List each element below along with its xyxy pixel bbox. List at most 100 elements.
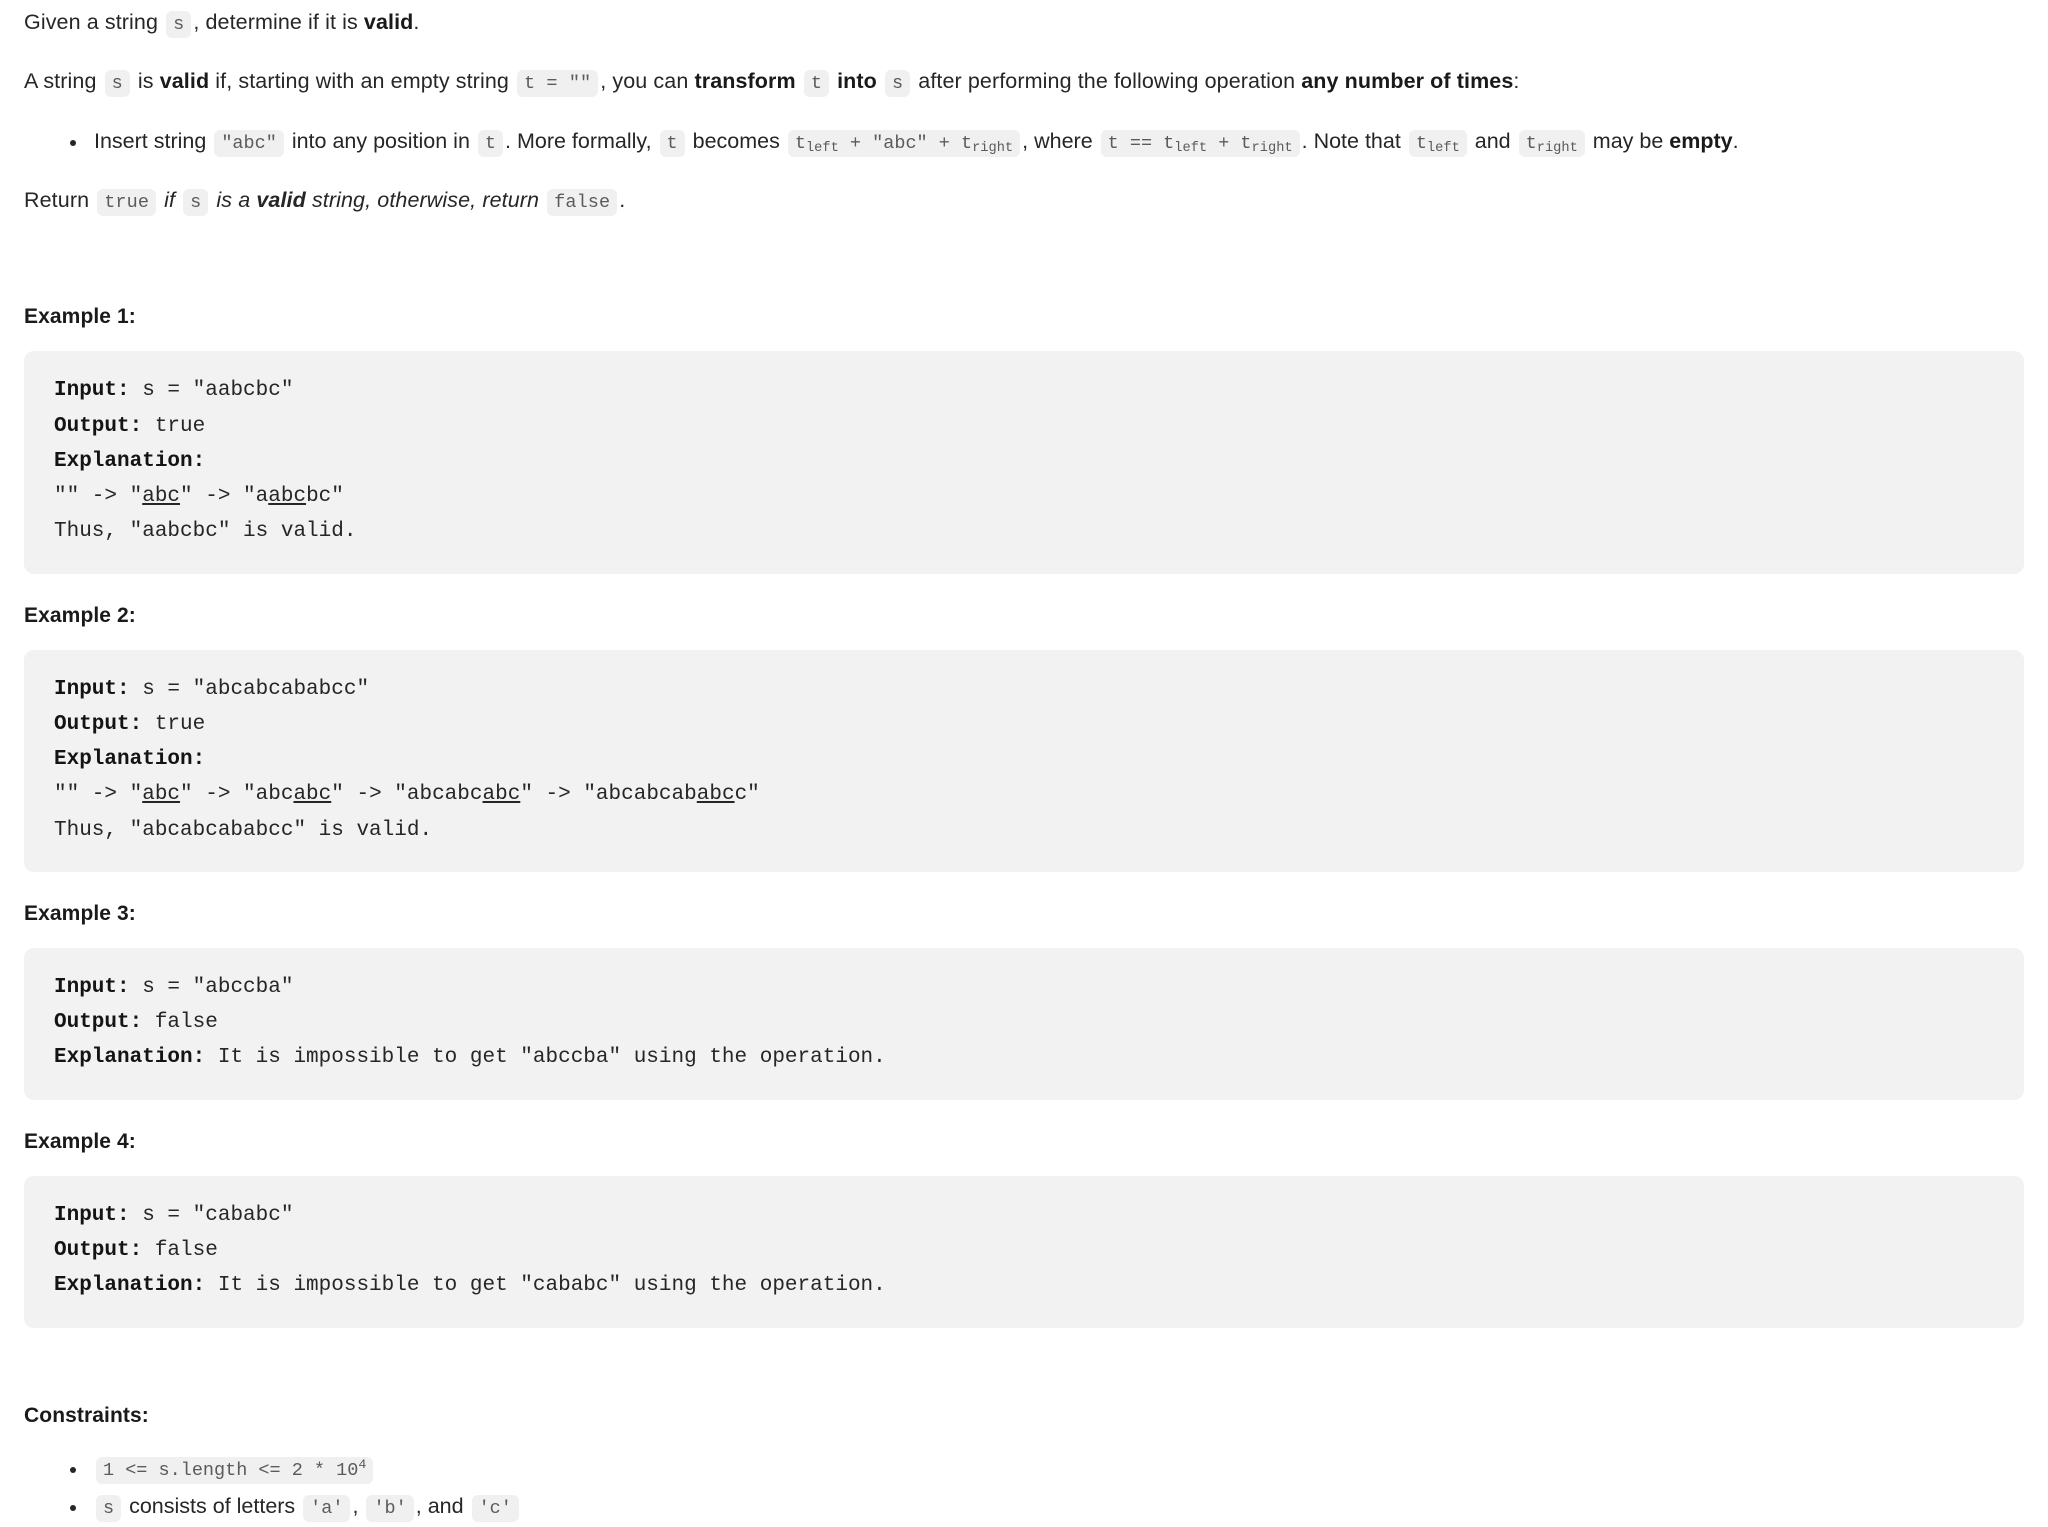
underlined-abc: abc bbox=[293, 783, 332, 807]
example-1-heading: Example 1: bbox=[24, 305, 136, 329]
letters-comma-1: , bbox=[352, 1494, 359, 1519]
example-1-codeblock: Input: s = "aabcbc" Output: true Explana… bbox=[24, 351, 2024, 574]
example-1-output-value: true bbox=[142, 414, 206, 438]
intro-line1-pre: Given a string bbox=[24, 10, 159, 34]
example-1-input-label: Input: bbox=[54, 379, 130, 403]
bullet-bold-empty: empty bbox=[1669, 128, 1733, 153]
example-2-input-value: s = "abcabcababcc" bbox=[129, 677, 370, 701]
return-t5: . bbox=[619, 187, 626, 212]
inline-code-t: t bbox=[803, 70, 830, 98]
example-3-input-label: Input: bbox=[54, 975, 130, 999]
problem-description-page: Given a string s, determine if it is val… bbox=[0, 6, 2048, 1525]
inline-code-false: false bbox=[547, 188, 618, 216]
bullet-t6: . Note that bbox=[1301, 128, 1401, 153]
inline-code-equation-t-equals: t == tleft + tright bbox=[1100, 129, 1300, 157]
constraints-list: 1 <= s.length <= 2 * 104 s consists of l… bbox=[24, 1450, 2024, 1526]
list-item-length-constraint: 1 <= s.length <= 2 * 104 bbox=[88, 1450, 2024, 1487]
example-1-output-label: Output: bbox=[54, 414, 143, 438]
example-1: Example 1: Input: s = "aabcbc" Output: t… bbox=[24, 305, 2024, 574]
constraints-heading: Constraints: bbox=[24, 1403, 149, 1427]
return-t1: Return bbox=[24, 187, 90, 212]
intro-line2-t3: if, starting with an empty string bbox=[215, 69, 509, 94]
underlined-abc: abc bbox=[696, 783, 735, 807]
underlined-abc: abc bbox=[482, 783, 521, 807]
inline-code-letter-a: 'a' bbox=[303, 1495, 351, 1523]
list-item-letters-constraint: s consists of letters 'a', 'b', and 'c' bbox=[88, 1488, 2024, 1525]
intro-line2-t1: A string bbox=[24, 69, 97, 94]
example-2-codeblock: Input: s = "abcabcababcc" Output: true E… bbox=[24, 649, 2024, 872]
bullet-t4: becomes bbox=[692, 128, 780, 153]
example-4-heading: Example 4: bbox=[24, 1129, 136, 1153]
bullet-t9: . bbox=[1732, 128, 1739, 153]
underlined-abc: abc bbox=[142, 783, 181, 807]
example-3: Example 3: Input: s = "abccba" Output: f… bbox=[24, 902, 2024, 1100]
example-1-closing: Thus, "aabcbc" is valid. bbox=[54, 520, 357, 544]
length-constraint-exponent: 4 bbox=[358, 1456, 367, 1472]
return-t2: if bbox=[164, 187, 176, 212]
inline-code-t2: t bbox=[659, 129, 685, 157]
example-3-explanation-label: Explanation: bbox=[54, 1046, 206, 1070]
example-2: Example 2: Input: s = "abcabcababcc" Out… bbox=[24, 604, 2024, 872]
example-3-input-value: s = "abccba" bbox=[129, 975, 294, 999]
inline-code-t: t bbox=[477, 129, 503, 157]
inline-code-s: s bbox=[104, 70, 130, 98]
intro-line2-bold-into: into bbox=[837, 69, 877, 94]
intro-line1-bold-valid: valid bbox=[363, 10, 414, 34]
underlined-abc: abc bbox=[268, 485, 307, 509]
inline-code-s: s bbox=[96, 1495, 122, 1523]
bullet-t5: , where bbox=[1022, 128, 1093, 153]
example-2-chain: "" -> "abc" -> "abcabc" -> "abcabcabc" -… bbox=[54, 783, 760, 807]
intro-line2-bold-transform: transform bbox=[694, 69, 796, 94]
example-4-output-value: false bbox=[142, 1238, 218, 1262]
intro-line2-bold-any-number: any number of times bbox=[1301, 69, 1514, 94]
intro-line2-t4: , you can bbox=[600, 69, 689, 94]
letters-comma-2: , and bbox=[415, 1494, 464, 1519]
intro-paragraph-2: A string s is valid if, starting with an… bbox=[24, 65, 2024, 98]
example-1-chain: "" -> "abc" -> "aabcbc" bbox=[54, 485, 344, 509]
example-4-input-label: Input: bbox=[54, 1203, 130, 1227]
inline-code-letter-b: 'b' bbox=[366, 1495, 414, 1523]
example-3-heading: Example 3: bbox=[24, 901, 136, 925]
example-4-output-label: Output: bbox=[54, 1238, 143, 1262]
example-4-explanation-text: It is impossible to get "cababc" using t… bbox=[205, 1274, 886, 1298]
example-1-explanation-label: Explanation: bbox=[54, 449, 206, 473]
intro-paragraph-1: Given a string s, determine if it is val… bbox=[24, 6, 2024, 39]
inline-code-true: true bbox=[97, 188, 157, 216]
example-4: Example 4: Input: s = "cababc" Output: f… bbox=[24, 1130, 2024, 1328]
intro-line2-t2: is bbox=[137, 69, 154, 94]
bullet-t3: . More formally, bbox=[505, 128, 652, 153]
underlined-abc: abc bbox=[142, 485, 181, 509]
inline-code-length-constraint: 1 <= s.length <= 2 * 104 bbox=[96, 1456, 374, 1484]
example-3-explanation-text: It is impossible to get "abccba" using t… bbox=[205, 1046, 886, 1070]
intro-line2-t5: after performing the following operation bbox=[918, 69, 1296, 94]
intro-paragraph-return: Return true if s is a valid string, othe… bbox=[24, 184, 2024, 217]
example-3-output-label: Output: bbox=[54, 1011, 143, 1035]
example-4-codeblock: Input: s = "cababc" Output: false Explan… bbox=[24, 1175, 2024, 1328]
inline-code-tleft: tleft bbox=[1408, 129, 1467, 157]
constraints-spacer bbox=[24, 1358, 2024, 1404]
example-3-codeblock: Input: s = "abccba" Output: false Explan… bbox=[24, 947, 2024, 1100]
example-2-heading: Example 2: bbox=[24, 603, 136, 627]
intro-line1-mid: , determine if it is bbox=[193, 10, 358, 34]
letters-constraint-text: consists of letters bbox=[129, 1494, 296, 1519]
example-4-input-value: s = "cababc" bbox=[129, 1203, 294, 1227]
intro-line1-post: . bbox=[413, 10, 420, 34]
example-2-input-label: Input: bbox=[54, 677, 130, 701]
return-bold-valid: valid bbox=[256, 187, 306, 212]
example-1-input-value: s = "aabcbc" bbox=[129, 379, 294, 403]
intro-line2-t6: : bbox=[1513, 69, 1520, 94]
bullet-t7: and bbox=[1474, 128, 1511, 153]
list-item-insert-abc: Insert string "abc" into any position in… bbox=[88, 125, 2024, 158]
example-2-closing: Thus, "abcabcababcc" is valid. bbox=[54, 818, 433, 842]
example-2-explanation-label: Explanation: bbox=[54, 748, 206, 772]
intro-line2-bold-valid: valid bbox=[159, 69, 210, 94]
inline-code-s2: s bbox=[884, 70, 911, 98]
inline-code-s: s bbox=[166, 11, 192, 38]
inline-code-abc: "abc" bbox=[214, 129, 284, 157]
inline-code-letter-c: 'c' bbox=[471, 1495, 519, 1523]
return-t4: string, otherwise, return bbox=[311, 187, 540, 212]
bullet-t1: Insert string bbox=[94, 128, 207, 153]
return-t3: is a bbox=[216, 187, 251, 212]
bullet-t2: into any position in bbox=[291, 128, 470, 153]
